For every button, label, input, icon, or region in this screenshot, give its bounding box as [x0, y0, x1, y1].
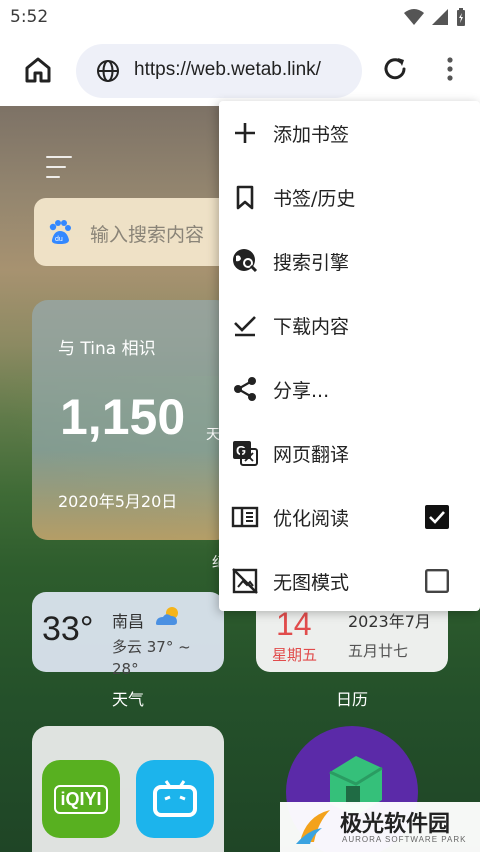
overflow-menu: 添加书签 书签/历史 搜索引擎 下载内容 分享... G 网页翻译 优化阅读 无…: [219, 101, 480, 611]
watermark: 极光软件园 AURORA SOFTWARE PARK: [280, 802, 480, 852]
translate-icon: G: [233, 441, 258, 466]
menu-item-label: 添加书签: [273, 124, 350, 146]
iqiyi-icon: iQIYI: [54, 784, 108, 814]
watermark-title: 极光软件园: [340, 812, 451, 837]
menu-item-no-image-mode[interactable]: 无图模式: [219, 549, 480, 613]
checkbox-unchecked[interactable]: [425, 569, 449, 593]
menu-item-share[interactable]: 分享...: [219, 357, 480, 421]
bookmark-icon: [236, 185, 254, 210]
browser-toolbar: https://web.wetab.link/: [0, 34, 480, 106]
aurora-logo-icon: [296, 810, 330, 844]
menu-item-downloads[interactable]: 下载内容: [219, 293, 480, 357]
menu-item-label: 网页翻译: [273, 444, 350, 466]
countdown-days: 1,150: [60, 389, 186, 445]
countdown-title: 与 Tina 相识: [58, 339, 156, 359]
menu-item-label: 书签/历史: [273, 188, 356, 210]
menu-item-label: 优化阅读: [273, 508, 350, 530]
countdown-card[interactable]: 与 Tina 相识 1,150 天 2020年5月20日: [32, 300, 232, 540]
menu-item-search-engine[interactable]: 搜索引擎: [219, 229, 480, 293]
weather-desc: 多云 37° ~ 28°: [112, 638, 191, 678]
no-image-icon: [232, 568, 258, 594]
weather-city: 南昌: [112, 612, 145, 631]
battery-icon: [457, 8, 465, 26]
search-engine-icon: [233, 249, 258, 273]
countdown-date: 2020年5月20日: [58, 492, 178, 511]
partly-cloudy-icon: [156, 607, 178, 625]
status-icons: [404, 8, 466, 26]
reader-mode-icon: [231, 506, 259, 528]
plus-icon: [235, 123, 255, 143]
calendar-label: 日历: [335, 690, 368, 709]
menu-item-label: 搜索引擎: [273, 252, 350, 274]
status-bar: 5:52: [0, 0, 480, 34]
bilibili-icon: [153, 780, 197, 817]
baidu-icon: du: [49, 220, 71, 244]
status-time: 5:52: [10, 7, 49, 27]
weather-temp: 33°: [42, 610, 94, 648]
search-placeholder: 输入搜索内容: [90, 224, 205, 246]
menu-item-reader-mode[interactable]: 优化阅读: [219, 485, 480, 549]
search-box[interactable]: du 输入搜索内容: [34, 198, 234, 266]
menu-item-add-bookmark[interactable]: 添加书签: [219, 101, 480, 165]
watermark-subtitle: AURORA SOFTWARE PARK: [342, 835, 467, 844]
more-vert-icon[interactable]: [440, 54, 460, 84]
checkbox-checked[interactable]: [425, 505, 449, 529]
countdown-unit: 天: [206, 427, 220, 443]
signal-icon: [432, 9, 448, 25]
menu-item-translate[interactable]: G 网页翻译: [219, 421, 480, 485]
bilibili-app[interactable]: [136, 760, 214, 838]
menu-item-label: 无图模式: [273, 572, 350, 594]
page-menu-icon[interactable]: [46, 156, 76, 180]
weather-card[interactable]: 33° 南昌 多云 37° ~ 28°: [32, 592, 224, 678]
home-icon[interactable]: [22, 54, 54, 86]
globe-icon: [97, 60, 119, 82]
share-icon: [234, 377, 256, 401]
app-folder[interactable]: iQIYI: [32, 726, 224, 852]
weather-label: 天气: [111, 690, 144, 709]
menu-item-label: 下载内容: [273, 316, 350, 338]
iqiyi-app[interactable]: iQIYI: [42, 760, 120, 838]
menu-item-label: 分享...: [273, 380, 330, 402]
address-bar[interactable]: https://web.wetab.link/: [76, 44, 362, 98]
url-text: https://web.wetab.link/: [134, 59, 321, 80]
wifi-icon: [404, 9, 424, 25]
menu-item-bookmarks-history[interactable]: 书签/历史: [219, 165, 480, 229]
download-icon: [234, 316, 256, 337]
svg-text:du: du: [55, 236, 63, 243]
calendar-weekday: 星期五: [272, 646, 318, 664]
reload-icon[interactable]: [380, 54, 410, 84]
calendar-lunar: 五月廿七: [348, 642, 409, 660]
